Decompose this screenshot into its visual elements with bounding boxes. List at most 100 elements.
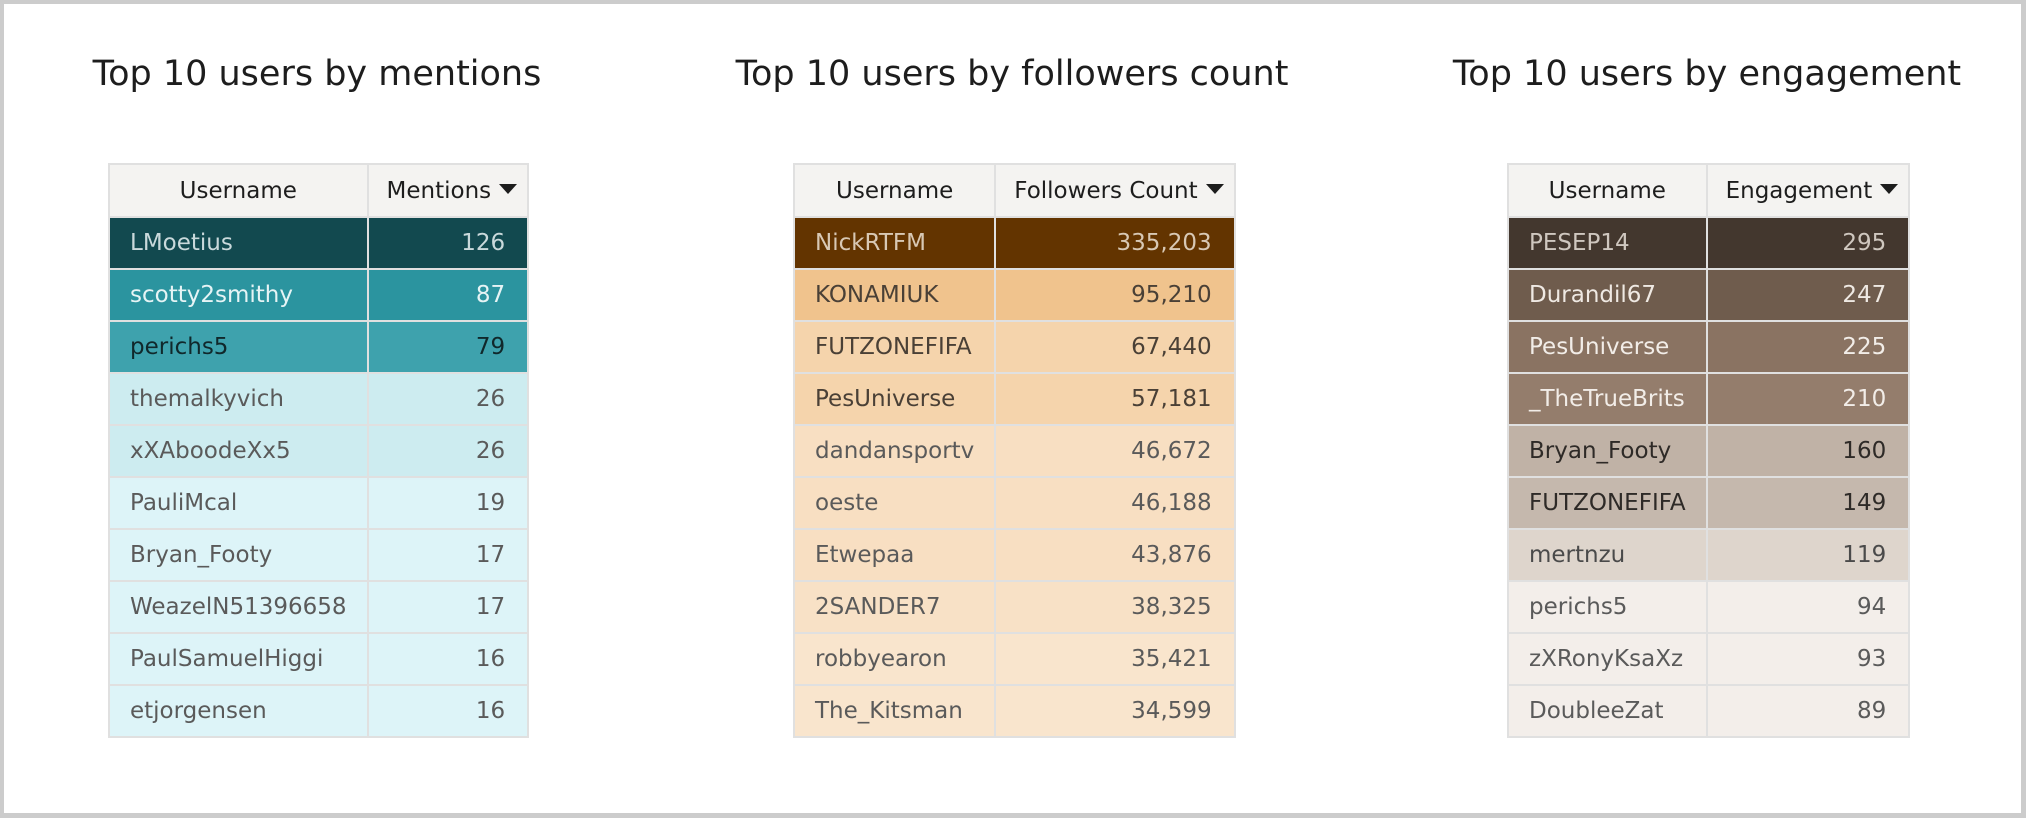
value-cell[interactable]: 95,210: [994, 268, 1236, 322]
username-cell[interactable]: PESEP14: [1507, 216, 1708, 270]
table-row[interactable]: Bryan_Footy 17: [108, 528, 530, 582]
value-cell[interactable]: 93: [1705, 632, 1911, 686]
value-cell[interactable]: 89: [1705, 684, 1911, 738]
username-cell[interactable]: WeazelN51396658: [108, 580, 369, 634]
username-cell[interactable]: KONAMIUK: [792, 268, 997, 322]
username-cell[interactable]: PauliMcal: [108, 476, 369, 530]
value-cell[interactable]: 119: [1705, 528, 1911, 582]
table-row[interactable]: PaulSamuelHiggi 16: [108, 632, 530, 686]
value-cell[interactable]: 26: [366, 424, 530, 478]
caret-down-icon[interactable]: [1205, 183, 1224, 194]
username-cell[interactable]: scotty2smithy: [108, 268, 369, 322]
username-cell[interactable]: perichs5: [108, 320, 369, 374]
username-cell[interactable]: Etwepaa: [792, 528, 997, 582]
username-cell[interactable]: themalkyvich: [108, 372, 369, 426]
caret-down-icon[interactable]: [1880, 183, 1899, 194]
value-cell[interactable]: 46,188: [994, 476, 1236, 530]
column-header-followers-count[interactable]: Followers Count: [994, 163, 1236, 218]
value-cell[interactable]: 210: [1705, 372, 1911, 426]
table-row[interactable]: PesUniverse 57,181: [792, 372, 1236, 426]
column-header-username[interactable]: Username: [108, 163, 369, 218]
username-cell[interactable]: Bryan_Footy: [108, 528, 369, 582]
value-cell[interactable]: 35,421: [994, 632, 1236, 686]
username-cell[interactable]: 2SANDER7: [792, 580, 997, 634]
value-cell[interactable]: 67,440: [994, 320, 1236, 374]
username-cell[interactable]: NickRTFM: [792, 216, 997, 270]
value-cell[interactable]: 225: [1705, 320, 1911, 374]
username-cell[interactable]: xXAboodeXx5: [108, 424, 369, 478]
value-cell[interactable]: 34,599: [994, 684, 1236, 738]
column-header-username[interactable]: Username: [1507, 163, 1708, 218]
value-cell[interactable]: 17: [366, 528, 530, 582]
table-row[interactable]: LMoetius 126: [108, 216, 530, 270]
table-row[interactable]: xXAboodeXx5 26: [108, 424, 530, 478]
table-row[interactable]: The_Kitsman 34,599: [792, 684, 1236, 738]
username-cell[interactable]: Durandil67: [1507, 268, 1708, 322]
username-cell[interactable]: FUTZONEFIFA: [1507, 476, 1708, 530]
table-row[interactable]: PESEP14 295: [1507, 216, 1911, 270]
value-cell[interactable]: 17: [366, 580, 530, 634]
table-row[interactable]: Durandil67 247: [1507, 268, 1911, 322]
value-cell[interactable]: 46,672: [994, 424, 1236, 478]
value-cell[interactable]: 126: [366, 216, 530, 270]
username-cell[interactable]: zXRonyKsaXz: [1507, 632, 1708, 686]
value-cell[interactable]: 247: [1705, 268, 1911, 322]
value-cell[interactable]: 16: [366, 632, 530, 686]
table-row[interactable]: _TheTrueBrits 210: [1507, 372, 1911, 426]
table-row[interactable]: NickRTFM 335,203: [792, 216, 1236, 270]
value-cell[interactable]: 43,876: [994, 528, 1236, 582]
caret-down-icon[interactable]: [499, 183, 518, 194]
username-cell[interactable]: oeste: [792, 476, 997, 530]
table-row[interactable]: Etwepaa 43,876: [792, 528, 1236, 582]
table-row[interactable]: KONAMIUK 95,210: [792, 268, 1236, 322]
table-row[interactable]: perichs5 94: [1507, 580, 1911, 634]
table-row[interactable]: dandansportv 46,672: [792, 424, 1236, 478]
table-row[interactable]: FUTZONEFIFA 149: [1507, 476, 1911, 530]
table-row[interactable]: zXRonyKsaXz 93: [1507, 632, 1911, 686]
username-cell[interactable]: PesUniverse: [792, 372, 997, 426]
table-row[interactable]: oeste 46,188: [792, 476, 1236, 530]
value-cell[interactable]: 79: [366, 320, 530, 374]
value-cell[interactable]: 335,203: [994, 216, 1236, 270]
value-cell[interactable]: 87: [366, 268, 530, 322]
value-cell[interactable]: 38,325: [994, 580, 1236, 634]
table-row[interactable]: 2SANDER7 38,325: [792, 580, 1236, 634]
username-cell[interactable]: FUTZONEFIFA: [792, 320, 997, 374]
column-header-mentions[interactable]: Mentions: [366, 163, 530, 218]
value-cell[interactable]: 57,181: [994, 372, 1236, 426]
column-header-label: Followers Count: [1014, 177, 1198, 204]
table-row[interactable]: themalkyvich 26: [108, 372, 530, 426]
table-row[interactable]: etjorgensen 16: [108, 684, 530, 738]
table-row[interactable]: WeazelN51396658 17: [108, 580, 530, 634]
table-row[interactable]: PauliMcal 19: [108, 476, 530, 530]
value-cell[interactable]: 26: [366, 372, 530, 426]
column-header-username[interactable]: Username: [792, 163, 997, 218]
table-row[interactable]: PesUniverse 225: [1507, 320, 1911, 374]
table-row[interactable]: DoubleeZat 89: [1507, 684, 1911, 738]
column-header-engagement[interactable]: Engagement: [1705, 163, 1911, 218]
username-cell[interactable]: LMoetius: [108, 216, 369, 270]
value-cell[interactable]: 295: [1705, 216, 1911, 270]
value-cell[interactable]: 16: [366, 684, 530, 738]
table-row[interactable]: robbyearon 35,421: [792, 632, 1236, 686]
value-cell[interactable]: 160: [1705, 424, 1911, 478]
username-cell[interactable]: robbyearon: [792, 632, 997, 686]
username-cell[interactable]: mertnzu: [1507, 528, 1708, 582]
username-cell[interactable]: DoubleeZat: [1507, 684, 1708, 738]
value-cell[interactable]: 19: [366, 476, 530, 530]
username-cell[interactable]: _TheTrueBrits: [1507, 372, 1708, 426]
username-cell[interactable]: PesUniverse: [1507, 320, 1708, 374]
username-cell[interactable]: Bryan_Footy: [1507, 424, 1708, 478]
table-row[interactable]: scotty2smithy 87: [108, 268, 530, 322]
username-cell[interactable]: perichs5: [1507, 580, 1708, 634]
value-cell[interactable]: 149: [1705, 476, 1911, 530]
table-row[interactable]: mertnzu 119: [1507, 528, 1911, 582]
value-cell[interactable]: 94: [1705, 580, 1911, 634]
username-cell[interactable]: The_Kitsman: [792, 684, 997, 738]
table-row[interactable]: FUTZONEFIFA 67,440: [792, 320, 1236, 374]
table-row[interactable]: perichs5 79: [108, 320, 530, 374]
table-row[interactable]: Bryan_Footy 160: [1507, 424, 1911, 478]
username-cell[interactable]: PaulSamuelHiggi: [108, 632, 369, 686]
username-cell[interactable]: dandansportv: [792, 424, 997, 478]
username-cell[interactable]: etjorgensen: [108, 684, 369, 738]
